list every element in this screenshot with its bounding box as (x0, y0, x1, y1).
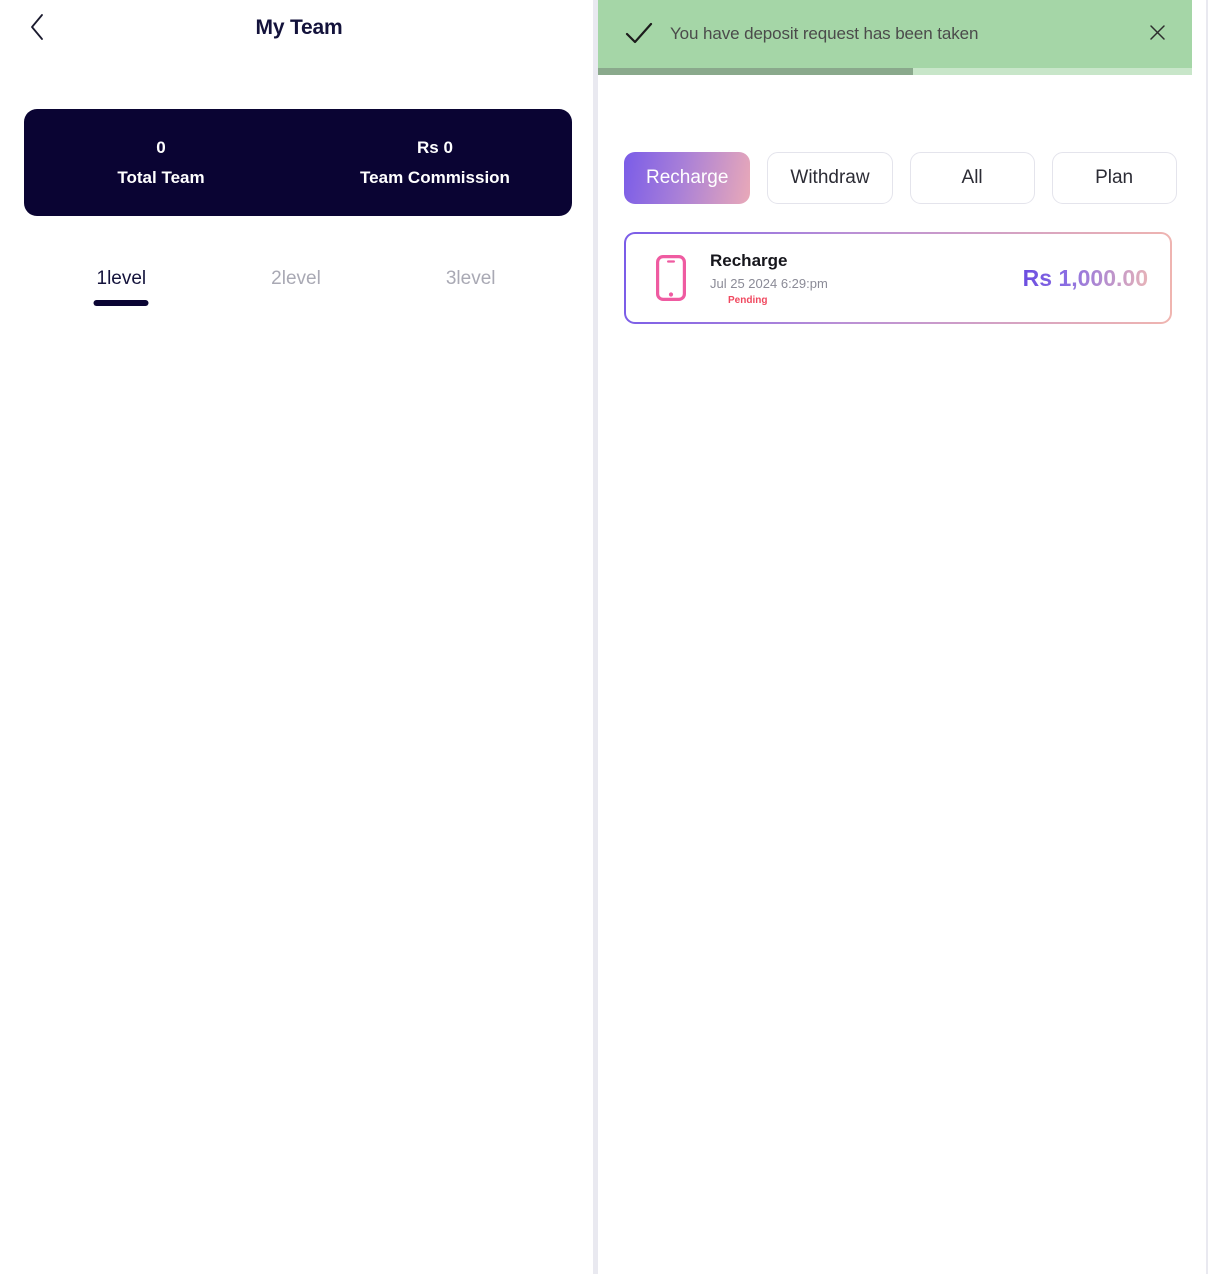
transaction-info: Recharge Jul 25 2024 6:29:pm Pending (710, 250, 1023, 307)
tab-1level[interactable]: 1level (34, 268, 209, 306)
transaction-row[interactable]: Recharge Jul 25 2024 6:29:pm Pending Rs … (624, 232, 1172, 324)
team-commission-label: Team Commission (360, 168, 510, 187)
transaction-date: Jul 25 2024 6:29:pm (710, 275, 828, 291)
tab-3level[interactable]: 3level (383, 268, 558, 306)
total-team-value: 0 (156, 138, 166, 157)
toast-progress-fill (598, 68, 913, 75)
tab-2level-label: 2level (271, 268, 321, 289)
mobile-phone-icon (654, 254, 688, 302)
transaction-type: Recharge (710, 250, 788, 270)
total-team-stat: 0 Total Team (24, 139, 298, 186)
my-team-panel: My Team 0 Total Team Rs 0 Team Commissio… (0, 0, 598, 1274)
transaction-amount: Rs 1,000.00 (1022, 264, 1148, 291)
my-team-header: My Team (0, 0, 598, 56)
tab-active-underline (93, 300, 149, 306)
team-summary-card: 0 Total Team Rs 0 Team Commission (24, 109, 572, 216)
page-title: My Team (255, 16, 343, 39)
transaction-status-badge: Pending (728, 295, 768, 307)
chevron-left-icon (27, 12, 47, 42)
toast-progress-track (598, 68, 1192, 75)
filter-chip-withdraw-label: Withdraw (790, 167, 870, 188)
my-bill-panel: My Bill You have deposit request has bee… (598, 0, 1208, 1274)
filter-chip-plan-label: Plan (1095, 167, 1134, 188)
check-icon (624, 19, 654, 49)
tab-1level-label: 1level (96, 268, 147, 289)
back-button[interactable] (18, 8, 56, 46)
filter-chip-recharge[interactable]: Recharge (624, 152, 751, 204)
filter-chip-all[interactable]: All (909, 152, 1035, 204)
filter-chip-withdraw[interactable]: Withdraw (767, 152, 893, 204)
filter-chip-all-label: All (961, 167, 983, 188)
app-root: My Team 0 Total Team Rs 0 Team Commissio… (0, 0, 1208, 1274)
success-toast: You have deposit request has been taken (598, 0, 1192, 68)
close-icon (1149, 24, 1166, 44)
toast-close-button[interactable] (1136, 13, 1178, 55)
total-team-label: Total Team (117, 168, 205, 187)
bill-filter-row: Recharge Withdraw All Plan (624, 152, 1177, 204)
toast-message: You have deposit request has been taken (670, 24, 979, 43)
filter-chip-plan[interactable]: Plan (1051, 152, 1177, 204)
transaction-row-inner: Recharge Jul 25 2024 6:29:pm Pending Rs … (626, 234, 1170, 322)
team-commission-stat: Rs 0 Team Commission (298, 139, 572, 186)
tab-3level-label: 3level (445, 268, 496, 289)
team-commission-value: Rs 0 (417, 138, 453, 157)
tab-2level[interactable]: 2level (209, 268, 384, 306)
level-tabs: 1level 2level 3level (0, 268, 598, 306)
filter-chip-recharge-label: Recharge (646, 167, 729, 188)
